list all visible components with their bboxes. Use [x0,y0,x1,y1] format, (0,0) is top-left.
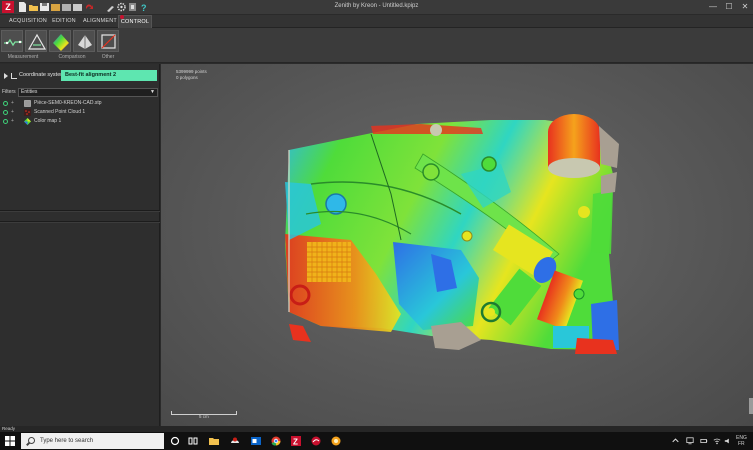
status-text: Ready [2,426,16,431]
tree-item-label: Scanned Point Cloud 1 [34,109,86,115]
chrome-icon[interactable] [271,436,281,446]
comparison-button[interactable] [49,30,71,52]
tree-item-label: Color map 1 [34,118,62,124]
photos-icon[interactable] [331,436,341,446]
section-compare-icon [78,35,92,49]
other-icon [101,34,116,49]
3d-viewport[interactable]: 5399999 points 0 polygons 5 cm [161,64,753,426]
chevron-up-icon[interactable] [672,437,679,444]
other-button[interactable] [97,30,119,52]
tree-item-color-map[interactable]: + Color map 1 [0,117,160,126]
other-group-label: Other [101,54,115,60]
scale-label: 5 cm [199,414,209,419]
entities-panel: Coordinate system Best-fit alignment 2 F… [0,64,160,426]
mail-icon[interactable] [230,436,240,446]
comparison-group-label: Comparison [58,54,86,60]
search-icon [28,437,35,444]
filter-dropdown-value: Entities [21,89,38,95]
cortana-icon[interactable] [170,436,180,446]
comparison-icon [53,34,69,51]
comparison-button-2[interactable] [73,30,95,52]
filter-row: Filters Entities ▼ [0,88,160,97]
viewport-scrollbar[interactable] [749,398,753,414]
taskbar-search-box[interactable]: Type here to search [21,433,164,449]
application-window: Z ? Zenith by Kreon - Untitled.kpipz — ☐… [0,0,753,450]
zenith-icon[interactable]: Z [291,436,301,446]
kreon-icon[interactable] [311,436,321,446]
tab-acquisition[interactable]: ACQUISITION [8,15,48,28]
file-explorer-icon[interactable] [209,436,219,446]
expand-arrow-icon[interactable] [4,73,8,79]
tree-item-point-cloud[interactable]: + Scanned Point Cloud 1 [0,108,160,117]
filter-dropdown[interactable]: Entities ▼ [18,88,158,97]
visibility-icon[interactable] [3,110,8,115]
tree-item-cad[interactable]: + Pièce-SEM0-KREON-CAD.stp [0,99,160,108]
windows-start-icon[interactable] [5,436,15,446]
coordinate-axes-icon [11,73,17,79]
minimize-button[interactable]: — [708,2,718,12]
alignment-selector[interactable]: Best-fit alignment 2 [61,70,157,81]
filters-label: Filters [2,89,16,95]
wifi-icon[interactable] [713,437,721,445]
measurement-icon [4,38,22,47]
expand-icon[interactable]: + [11,109,14,115]
menu-tabs: ACQUISITION EDITION ALIGNMENT CONTROL [0,15,753,28]
measurement-button-2[interactable] [25,30,47,52]
expand-icon[interactable]: + [11,118,14,124]
color-map-icon [24,118,31,125]
svg-text:Z: Z [293,438,298,447]
panel-splitter-2[interactable] [0,221,160,223]
ribbon: Measurement Comparison Other [0,28,753,63]
cad-model-icon [24,100,31,107]
language-indicator-bottom[interactable]: FR [738,441,745,447]
color-map-part[interactable] [161,64,753,426]
tab-edition[interactable]: EDITION [50,15,78,28]
outlook-icon[interactable] [251,436,261,446]
battery-icon[interactable] [700,437,708,445]
title-bar: Z ? Zenith by Kreon - Untitled.kpipz — ☐… [0,0,753,15]
window-title: Zenith by Kreon - Untitled.kpipz [334,3,419,9]
taskbar: Type here to search Z ENG FR [0,432,753,450]
search-placeholder: Type here to search [40,438,94,444]
visibility-icon[interactable] [3,119,8,124]
coordinate-system-label: Coordinate system [19,72,65,78]
coordinate-system-row: Coordinate system Best-fit alignment 2 [0,70,160,82]
expand-icon[interactable]: + [11,100,14,106]
triangle-measure-icon [27,33,47,50]
active-indicator-icon [120,15,124,19]
measurement-group-label: Measurement [7,54,39,60]
task-view-icon[interactable] [188,436,198,446]
maximize-button[interactable]: ☐ [724,2,734,12]
tree-item-label: Pièce-SEM0-KREON-CAD.stp [34,100,102,106]
visibility-icon[interactable] [3,101,8,106]
point-cloud-icon [24,109,31,116]
network-icon[interactable] [686,437,694,445]
measurement-button[interactable] [1,30,23,52]
close-button[interactable]: ✕ [740,2,750,12]
volume-icon[interactable] [724,437,732,445]
chevron-down-icon: ▼ [150,89,155,95]
panel-splitter[interactable] [0,210,160,212]
tab-alignment[interactable]: ALIGNMENT [83,15,117,28]
